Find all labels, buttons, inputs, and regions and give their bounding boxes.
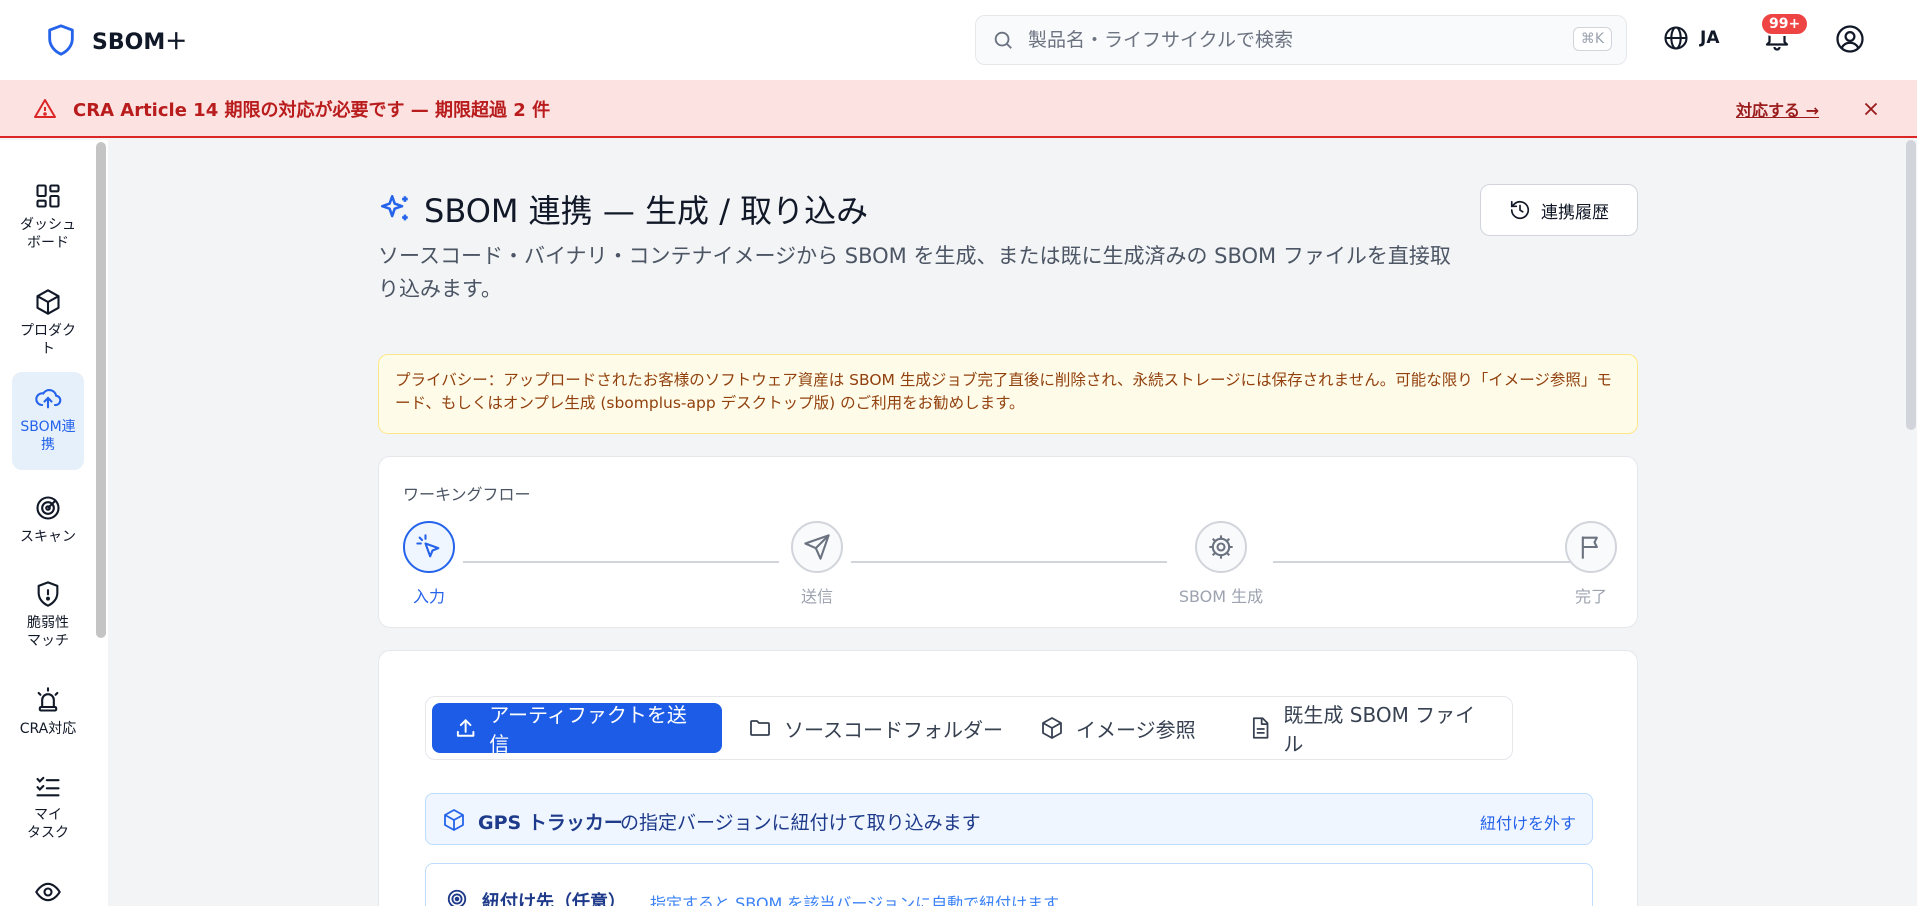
warning-triangle-icon xyxy=(34,99,56,118)
page-header: SBOM 連携 — 生成 / 取り込み xyxy=(378,186,868,232)
shield-alert-icon xyxy=(37,581,59,607)
sidebar-item-label: スキャン xyxy=(20,529,76,545)
sidebar-item-label: ダッシュ ボード xyxy=(20,217,76,251)
close-icon[interactable] xyxy=(1860,98,1882,120)
cloud-upload-icon xyxy=(35,389,62,409)
step-label: 送信 xyxy=(800,587,833,606)
product-binding-bar: GPS トラッカー の指定バージョンに紐付けて取り込みます 紐付けを外す xyxy=(425,793,1593,845)
step-complete xyxy=(1565,521,1617,573)
file-text-icon xyxy=(1252,717,1269,739)
radar-icon xyxy=(36,496,60,520)
language-switcher[interactable]: JA xyxy=(1662,24,1719,52)
cursor-click-icon xyxy=(416,534,440,558)
sidebar-item-dashboard[interactable]: ダッシュ ボード xyxy=(12,170,84,262)
step-generate xyxy=(1195,521,1247,573)
folder-icon xyxy=(750,720,770,736)
upload-icon xyxy=(456,719,475,737)
send-icon xyxy=(804,534,830,560)
search-box[interactable]: ⌘K xyxy=(975,15,1627,65)
search-icon xyxy=(994,31,1012,49)
package-icon xyxy=(36,289,60,315)
privacy-notice: プライバシー：アップロードされたお客様のソフトウェア資産は SBOM 生成ジョブ… xyxy=(378,354,1638,434)
user-circle-icon xyxy=(1836,25,1864,53)
sidebar-scrollbar[interactable] xyxy=(96,142,106,638)
dashboard-icon xyxy=(36,184,60,208)
sidebar-item-vulnerability-match[interactable]: 脆弱性 マッチ xyxy=(12,568,84,660)
sidebar-item-my-tasks[interactable]: マイ タスク xyxy=(12,760,84,852)
step-label: 完了 xyxy=(1574,587,1607,606)
binding-target-hint: 指定すると SBOM を該当バージョンに自動で紐付けます xyxy=(650,894,1060,906)
page-title: SBOM 連携 — 生成 / 取り込み xyxy=(424,192,869,230)
list-check-icon xyxy=(36,776,60,797)
binding-target-section: 紐付け先（任意） 指定すると SBOM を該当バージョンに自動で紐付けます xyxy=(425,863,1593,906)
shield-logo-icon xyxy=(48,24,74,56)
step-label: 入力 xyxy=(412,587,445,606)
sidebar-item-label: CRA対応 xyxy=(19,721,77,737)
tab-existing-sbom[interactable]: 既生成 SBOM ファイル xyxy=(1226,703,1512,756)
binding-description: の指定バージョンに紐付けて取り込みます xyxy=(620,812,981,834)
app-name: SBOM＋ xyxy=(92,30,188,55)
bound-product-name: GPS トラッカー xyxy=(478,812,623,834)
step-connector xyxy=(463,561,779,563)
sbom-input-card: アーティファクトを送信 ソースコードフォルダー イメージ参照 既生成 SBOM … xyxy=(378,650,1638,906)
sidebar-item-watch[interactable] xyxy=(12,866,84,906)
app-logo[interactable]: SBOM＋ xyxy=(44,22,187,58)
step-connector xyxy=(851,561,1167,563)
step-label: SBOM 生成 xyxy=(1178,587,1264,606)
language-label: JA xyxy=(1700,28,1720,48)
unlink-button[interactable]: 紐付けを外す xyxy=(1480,810,1576,834)
gear-icon xyxy=(1209,535,1233,559)
tab-send-artifact[interactable]: アーティファクトを送信 xyxy=(432,703,722,756)
sparkles-icon xyxy=(380,194,408,221)
tab-image-reference[interactable]: イメージ参照 xyxy=(1018,703,1218,753)
target-icon xyxy=(447,889,467,906)
notification-badge: 99+ xyxy=(1760,12,1810,36)
step-send xyxy=(791,521,843,573)
cra-alert-banner: CRA Article 14 期限の対応が必要です — 期限超過 2 件 対応す… xyxy=(0,80,1917,138)
sidebar-item-label: プロダク ト xyxy=(20,323,76,357)
sidebar-item-products[interactable]: プロダク ト xyxy=(12,276,84,368)
sidebar-item-label: 脆弱性 マッチ xyxy=(27,615,69,649)
siren-icon xyxy=(37,687,59,712)
eye-icon xyxy=(35,882,61,902)
tab-label: イメージ参照 xyxy=(1076,717,1196,742)
sidebar-item-label: マイ タスク xyxy=(27,807,69,841)
workflow-card: ワーキングフロー 入力 送信 SBOM 生成 完了 xyxy=(378,456,1638,628)
sidebar-item-sbom-integration[interactable]: SBOM連 携 xyxy=(12,372,84,470)
flag-icon xyxy=(1581,536,1598,559)
package-icon xyxy=(444,809,464,831)
sidebar-item-scan[interactable]: スキャン xyxy=(12,482,84,556)
search-shortcut: ⌘K xyxy=(1572,27,1612,51)
input-mode-tabs: アーティファクトを送信 ソースコードフォルダー イメージ参照 既生成 SBOM … xyxy=(425,696,1513,760)
package-icon xyxy=(1042,717,1062,739)
step-input xyxy=(403,521,455,573)
workflow-label: ワーキングフロー xyxy=(403,485,531,504)
history-button[interactable]: 連携履歴 xyxy=(1480,184,1638,236)
alert-message: CRA Article 14 期限の対応が必要です — 期限超過 2 件 xyxy=(73,100,551,121)
tab-source-folder[interactable]: ソースコードフォルダー xyxy=(726,703,1025,753)
history-button-label: 連携履歴 xyxy=(1541,202,1609,223)
sidebar-item-cra[interactable]: CRA対応 xyxy=(12,674,84,748)
step-connector xyxy=(1273,561,1589,563)
top-header: SBOM＋ ⌘K JA 99+ xyxy=(0,0,1917,80)
tab-label: ソースコードフォルダー xyxy=(784,717,1003,742)
globe-icon xyxy=(1664,26,1688,50)
account-button[interactable] xyxy=(1835,24,1865,54)
history-icon xyxy=(1510,200,1530,220)
tab-label: 既生成 SBOM ファイル xyxy=(1283,703,1476,756)
main-scrollbar[interactable] xyxy=(1906,140,1916,430)
tab-label: アーティファクトを送信 xyxy=(489,703,687,756)
alert-action-link[interactable]: 対応する → xyxy=(1736,97,1819,121)
sidebar: ダッシュ ボード プロダク ト SBOM連 携 スキャン 脆弱性 マッチ CRA… xyxy=(0,140,108,906)
page-subtitle: ソースコード・バイナリ・コンテナイメージから SBOM を生成、または既に生成済… xyxy=(378,244,1451,301)
search-input[interactable] xyxy=(1028,29,1568,51)
binding-target-title: 紐付け先（任意） xyxy=(482,892,626,906)
sidebar-item-label: SBOM連 携 xyxy=(20,419,76,453)
